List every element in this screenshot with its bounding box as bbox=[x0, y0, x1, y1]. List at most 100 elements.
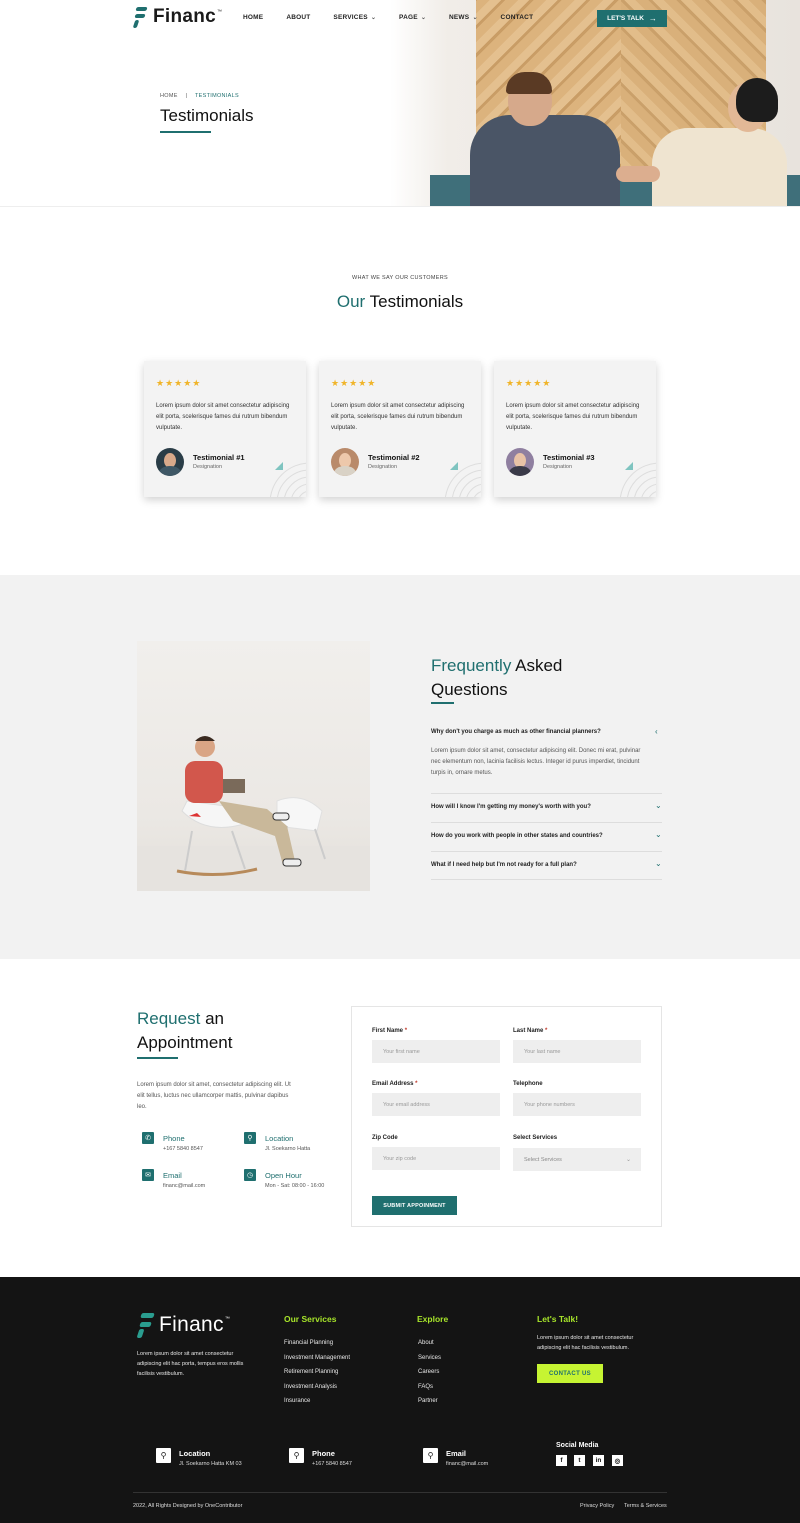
footer-link[interactable]: Financial Planning bbox=[284, 1340, 333, 1346]
testimonials-title: Our Testimonials bbox=[336, 292, 464, 311]
footer-explore-title: Explore bbox=[417, 1314, 449, 1324]
footer-services-title: Our Services bbox=[284, 1314, 337, 1324]
testimonial-name: Testimonial #3 bbox=[543, 453, 595, 462]
contact-email-label: Email bbox=[163, 1171, 182, 1180]
contact-email-value: financ@mail.com bbox=[163, 1183, 206, 1189]
clock-icon: ◷ bbox=[244, 1169, 256, 1181]
logo-mark-icon bbox=[132, 6, 148, 28]
logo-text: Financ bbox=[153, 6, 217, 27]
chevron-down-icon[interactable]: ⌄ bbox=[655, 801, 662, 810]
submit-appointment-button[interactable]: SUBMIT APPOINMENT bbox=[372, 1196, 457, 1215]
rating-stars: ★★★★★ bbox=[506, 378, 552, 388]
footer-link[interactable]: About bbox=[418, 1340, 434, 1346]
contact-phone-value: +167 5840 8547 bbox=[163, 1146, 203, 1152]
breadcrumb-current: TESTIMONIALS bbox=[195, 93, 239, 99]
testimonial-designation: Designation bbox=[543, 464, 573, 470]
footer-link[interactable]: Partner bbox=[418, 1398, 438, 1404]
privacy-policy-link[interactable]: Privacy Policy bbox=[580, 1503, 614, 1509]
contact-location-value: Jl. Soekarno Hatta bbox=[265, 1146, 311, 1152]
faq-question-3[interactable]: How do you work with people in other sta… bbox=[431, 833, 662, 839]
testimonial-card: ★★★★★ Lorem ipsum dolor sit amet consect… bbox=[494, 361, 656, 497]
footer-link[interactable]: Retirement Planning bbox=[284, 1369, 338, 1375]
footer-logo-text: Financ bbox=[159, 1313, 224, 1336]
nav-news[interactable]: NEWS ⌄ bbox=[449, 14, 478, 21]
contact-us-button[interactable]: CONTACT US bbox=[537, 1364, 603, 1383]
location-pin-icon: ⚲ bbox=[244, 1132, 256, 1144]
linkedin-icon[interactable]: in bbox=[593, 1455, 604, 1466]
nav-page[interactable]: PAGE ⌄ bbox=[399, 14, 426, 21]
terms-link[interactable]: Terms & Services bbox=[624, 1503, 667, 1509]
footer-phone-label: Phone bbox=[312, 1449, 335, 1458]
testimonial-text: Lorem ipsum dolor sit amet consectetur a… bbox=[156, 403, 290, 431]
footer-link[interactable]: Insurance bbox=[284, 1398, 310, 1404]
email-input[interactable] bbox=[372, 1093, 500, 1116]
avatar bbox=[156, 448, 184, 476]
first-name-label: First Name * bbox=[372, 1028, 408, 1034]
nav-about[interactable]: ABOUT bbox=[286, 14, 310, 21]
footer-link[interactable]: Careers bbox=[418, 1369, 439, 1375]
logo[interactable]: Financ ™ bbox=[132, 6, 222, 28]
zip-label: Zip Code bbox=[372, 1135, 398, 1141]
footer-email-value: financ@mail.com bbox=[446, 1461, 489, 1467]
service-select[interactable]: Select Services ⌄ bbox=[513, 1148, 641, 1171]
main-nav: HOME ABOUT SERVICES ⌄ PAGE ⌄ NEWS ⌄ CONTACT bbox=[243, 14, 556, 21]
rating-stars: ★★★★★ bbox=[156, 378, 202, 388]
footer-link[interactable]: Investment Management bbox=[284, 1355, 350, 1361]
footer: Financ ™ Lorem ipsum dolor sit amet cons… bbox=[0, 1277, 800, 1523]
nav-home[interactable]: HOME bbox=[243, 14, 263, 21]
nav-services[interactable]: SERVICES ⌄ bbox=[333, 14, 376, 21]
faq-title: Frequently Asked Questions bbox=[431, 656, 563, 699]
email-icon: ✉ bbox=[142, 1169, 154, 1181]
faq-question-2[interactable]: How will I know I'm getting my money's w… bbox=[431, 804, 662, 810]
footer-link[interactable]: Investment Analysis bbox=[284, 1384, 337, 1390]
instagram-icon[interactable]: ◎ bbox=[612, 1455, 623, 1466]
logo-mark-icon bbox=[136, 1312, 155, 1338]
title-underline bbox=[137, 1057, 178, 1059]
footer-about-text: Lorem ipsum dolor sit amet consectetur a… bbox=[137, 1351, 244, 1377]
zip-input[interactable] bbox=[372, 1147, 500, 1170]
first-name-input[interactable] bbox=[372, 1040, 500, 1063]
facebook-icon[interactable]: f bbox=[556, 1455, 567, 1466]
testimonial-name: Testimonial #2 bbox=[368, 453, 420, 462]
testimonial-card: ★★★★★ Lorem ipsum dolor sit amet consect… bbox=[319, 361, 481, 497]
arrow-right-icon: → bbox=[648, 14, 657, 23]
faq-question-4[interactable]: What if I need help but I'm not ready fo… bbox=[431, 862, 662, 868]
footer-talk-text: Lorem ipsum dolor sit amet consectetur a… bbox=[537, 1335, 634, 1351]
hero-handshake-photo bbox=[390, 0, 800, 206]
rating-stars: ★★★★★ bbox=[331, 378, 377, 388]
copyright: 2022, All Rights Designed by OneContribu… bbox=[133, 1503, 243, 1509]
breadcrumb-home[interactable]: HOME bbox=[160, 93, 178, 99]
faq-man-reading-photo bbox=[137, 641, 370, 891]
faq-section bbox=[0, 575, 800, 959]
chevron-down-icon[interactable]: ⌄ bbox=[655, 859, 662, 868]
testimonial-card: ★★★★★ Lorem ipsum dolor sit amet consect… bbox=[144, 361, 306, 497]
contact-phone-label: Phone bbox=[163, 1134, 185, 1143]
chevron-down-icon[interactable]: ⌄ bbox=[655, 830, 662, 839]
arcs-decoration-icon bbox=[444, 462, 481, 497]
chevron-down-icon: ⌄ bbox=[625, 1157, 631, 1163]
footer-link[interactable]: FAQs bbox=[418, 1384, 433, 1390]
footer-phone-value: +167 5840 8547 bbox=[312, 1461, 352, 1467]
nav-contact[interactable]: CONTACT bbox=[501, 14, 534, 21]
contact-hours-label: Open Hour bbox=[265, 1171, 302, 1180]
twitter-icon[interactable]: t bbox=[574, 1455, 585, 1466]
footer-email-label: Email bbox=[446, 1449, 467, 1458]
contact-location-label: Location bbox=[265, 1134, 294, 1143]
chevron-down-icon: ⌄ bbox=[420, 15, 426, 21]
last-name-input[interactable] bbox=[513, 1040, 641, 1063]
faq-question-1[interactable]: Why don't you charge as much as other fi… bbox=[431, 729, 662, 735]
appointment-text: Lorem ipsum dolor sit amet, consectetur … bbox=[137, 1082, 291, 1110]
location-pin-icon: ⚲ bbox=[289, 1448, 304, 1463]
chevron-left-icon[interactable]: ‹ bbox=[655, 727, 658, 736]
footer-link[interactable]: Services bbox=[418, 1355, 441, 1361]
lets-talk-button[interactable]: LET'S TALK → bbox=[597, 10, 667, 27]
title-underline bbox=[431, 702, 454, 704]
faq-answer-1: Lorem ipsum dolor sit amet, consectetur … bbox=[431, 748, 641, 776]
page: Financ ™ HOME ABOUT SERVICES ⌄ PAGE ⌄ NEWS… bbox=[0, 0, 800, 1523]
telephone-input[interactable] bbox=[513, 1093, 641, 1116]
footer-location-value: Jl. Soekarno Hatta KM 03 bbox=[179, 1461, 242, 1467]
avatar bbox=[331, 448, 359, 476]
phone-icon: ✆ bbox=[142, 1132, 154, 1144]
footer-logo[interactable]: Financ ™ bbox=[136, 1312, 230, 1338]
social-media-title: Social Media bbox=[556, 1442, 599, 1449]
